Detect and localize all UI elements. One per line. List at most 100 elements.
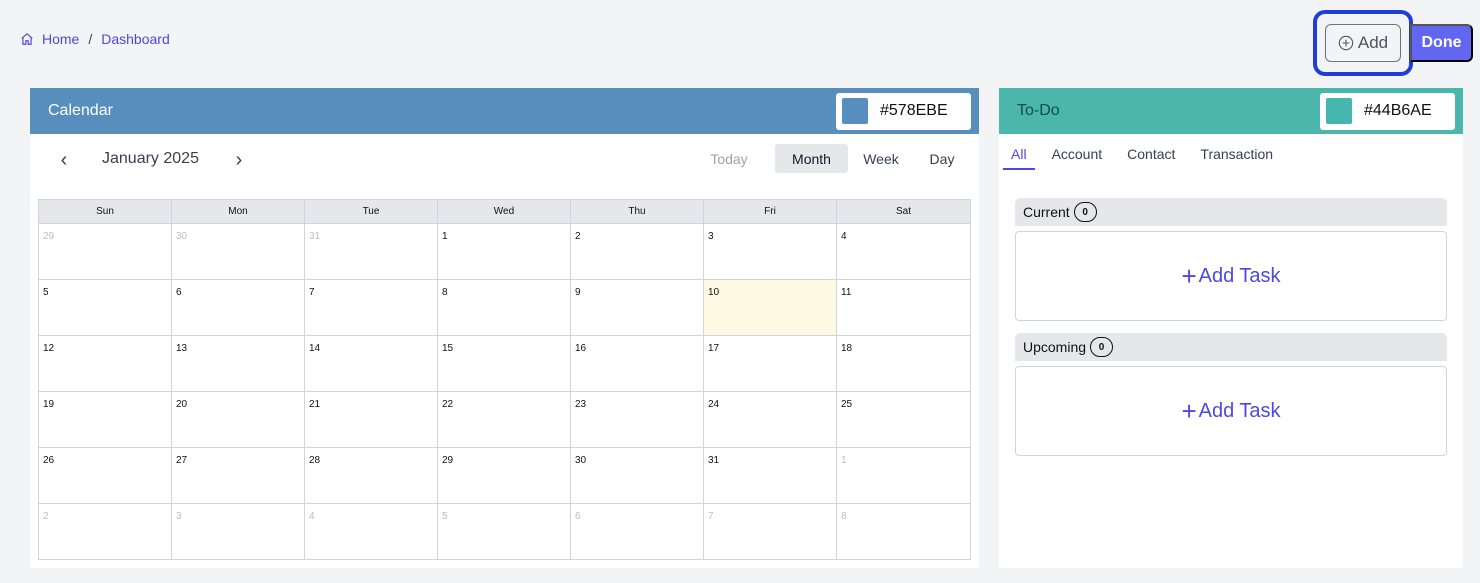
month-label: January 2025 [102,150,199,167]
current-add-task-button[interactable]: + Add Task [1015,231,1447,321]
calendar-color-picker[interactable]: #578EBE [836,92,971,130]
calendar-title: Calendar [48,102,113,119]
day-number: 31 [309,231,321,242]
day-number: 1 [442,231,448,242]
calendar-day-cell[interactable]: 30 [571,447,704,503]
calendar-header: Calendar #578EBE [30,88,979,134]
upcoming-section-header: Upcoming 0 [1015,333,1447,361]
tab-all[interactable]: All [1003,146,1035,170]
calendar-day-cell[interactable]: 12 [39,335,172,391]
calendar-day-cell[interactable]: 4 [305,503,438,559]
plus-icon: + [1181,395,1197,426]
calendar-day-cell[interactable]: 7 [305,279,438,335]
day-number: 25 [841,399,853,410]
day-number: 6 [575,511,581,522]
calendar-day-cell[interactable]: 14 [305,335,438,391]
calendar-day-cell[interactable]: 17 [704,335,837,391]
current-count-badge: 0 [1073,202,1097,222]
tab-account[interactable]: Account [1052,146,1103,170]
week-view-button[interactable]: Week [850,144,912,173]
day-number: 11 [841,287,852,298]
calendar-color-hex[interactable]: #578EBE [880,102,948,120]
calendar-day-cell[interactable]: 9 [571,279,704,335]
todo-color-hex[interactable]: #44B6AE [1364,102,1432,120]
calendar-day-cell[interactable]: 28 [305,447,438,503]
weekday-header-thu: Thu [571,200,704,223]
tab-transaction[interactable]: Transaction [1200,146,1273,170]
calendar-day-cell[interactable]: 8 [837,503,970,559]
day-number: 28 [309,455,321,466]
calendar-day-cell[interactable]: 31 [704,447,837,503]
add-button-label: Add [1357,33,1389,52]
calendar-day-cell[interactable]: 2 [39,503,172,559]
calendar-day-cell[interactable]: 18 [837,335,970,391]
month-view-button[interactable]: Month [775,144,848,173]
day-number: 20 [176,399,188,410]
weekday-header-sat: Sat [895,206,911,217]
calendar-day-cell[interactable]: 25 [837,391,970,447]
day-number: 16 [575,343,587,354]
calendar-color-swatch[interactable] [842,98,868,124]
weekday-header-row: Sun Mon Tue Wed Thu Fri Sat [39,200,970,223]
day-number: 3 [708,231,714,242]
day-number: 26 [43,455,55,466]
add-button[interactable]: Add [1325,24,1401,62]
calendar-day-cell[interactable]: 3 [172,503,305,559]
todo-panel: To-Do #44B6AE All Account Contact Transa… [999,88,1463,568]
calendar-day-cell[interactable]: 2 [571,223,704,279]
calendar-day-cell[interactable]: 27 [172,447,305,503]
calendar-day-cell[interactable]: 30 [172,223,305,279]
day-number: 23 [575,399,587,410]
calendar-day-cell[interactable]: 29 [39,223,172,279]
calendar-days: 29 30 31 1 2 3 4 5 6 7 8 9 10 11 12 13 14 15 16 17 18 19 20 21 2… [39,223,970,559]
calendar-day-cell[interactable]: 26 [39,447,172,503]
breadcrumb-dashboard-link[interactable]: Dashboard [101,31,170,47]
weekday-header-tue: Tue [305,200,438,223]
plus-circle-icon [1338,35,1354,51]
tab-contact[interactable]: Contact [1127,146,1175,170]
calendar-day-cell[interactable]: 13 [172,335,305,391]
today-button[interactable]: Today [702,144,756,173]
calendar-day-cell[interactable]: 22 [438,391,571,447]
next-month-chevron-icon[interactable]: › [229,148,249,172]
day-number: 3 [176,511,182,522]
calendar-day-cell-today[interactable]: 10 [704,279,837,335]
calendar-day-cell[interactable]: 1 [438,223,571,279]
calendar-day-cell[interactable]: 29 [438,447,571,503]
weekday-header-fri: Fri [704,200,837,223]
day-number: 12 [43,343,55,354]
calendar-day-cell[interactable]: 31 [305,223,438,279]
day-view-button[interactable]: Day [919,144,965,173]
day-number: 4 [309,511,315,522]
todo-title: To-Do [1017,102,1060,119]
calendar-day-cell[interactable]: 4 [837,223,970,279]
calendar-day-cell[interactable]: 8 [438,279,571,335]
calendar-day-cell[interactable]: 7 [704,503,837,559]
todo-color-picker[interactable]: #44B6AE [1320,92,1455,130]
calendar-day-cell[interactable]: 19 [39,391,172,447]
weekday-header-wed: Wed [438,200,571,223]
calendar-day-cell[interactable]: 15 [438,335,571,391]
calendar-day-cell[interactable]: 3 [704,223,837,279]
calendar-day-cell[interactable]: 11 [837,279,970,335]
calendar-day-cell[interactable]: 6 [172,279,305,335]
day-number: 31 [708,455,720,466]
calendar-day-cell[interactable]: 23 [571,391,704,447]
breadcrumb-home-link[interactable]: Home [20,31,79,47]
calendar-day-cell[interactable]: 20 [172,391,305,447]
day-number: 5 [442,511,448,522]
todo-color-swatch[interactable] [1326,98,1352,124]
done-button[interactable]: Done [1410,24,1473,62]
upcoming-add-task-button[interactable]: + Add Task [1015,366,1447,456]
prev-month-chevron-icon[interactable]: ‹ [54,148,74,172]
calendar-day-cell[interactable]: 5 [438,503,571,559]
calendar-day-cell[interactable]: 5 [39,279,172,335]
calendar-day-cell[interactable]: 21 [305,391,438,447]
calendar-day-cell[interactable]: 24 [704,391,837,447]
breadcrumb-separator: / [88,31,93,47]
day-number: 29 [442,455,454,466]
day-number: 7 [309,287,315,298]
calendar-day-cell[interactable]: 16 [571,335,704,391]
calendar-day-cell[interactable]: 1 [837,447,970,503]
calendar-day-cell[interactable]: 6 [571,503,704,559]
